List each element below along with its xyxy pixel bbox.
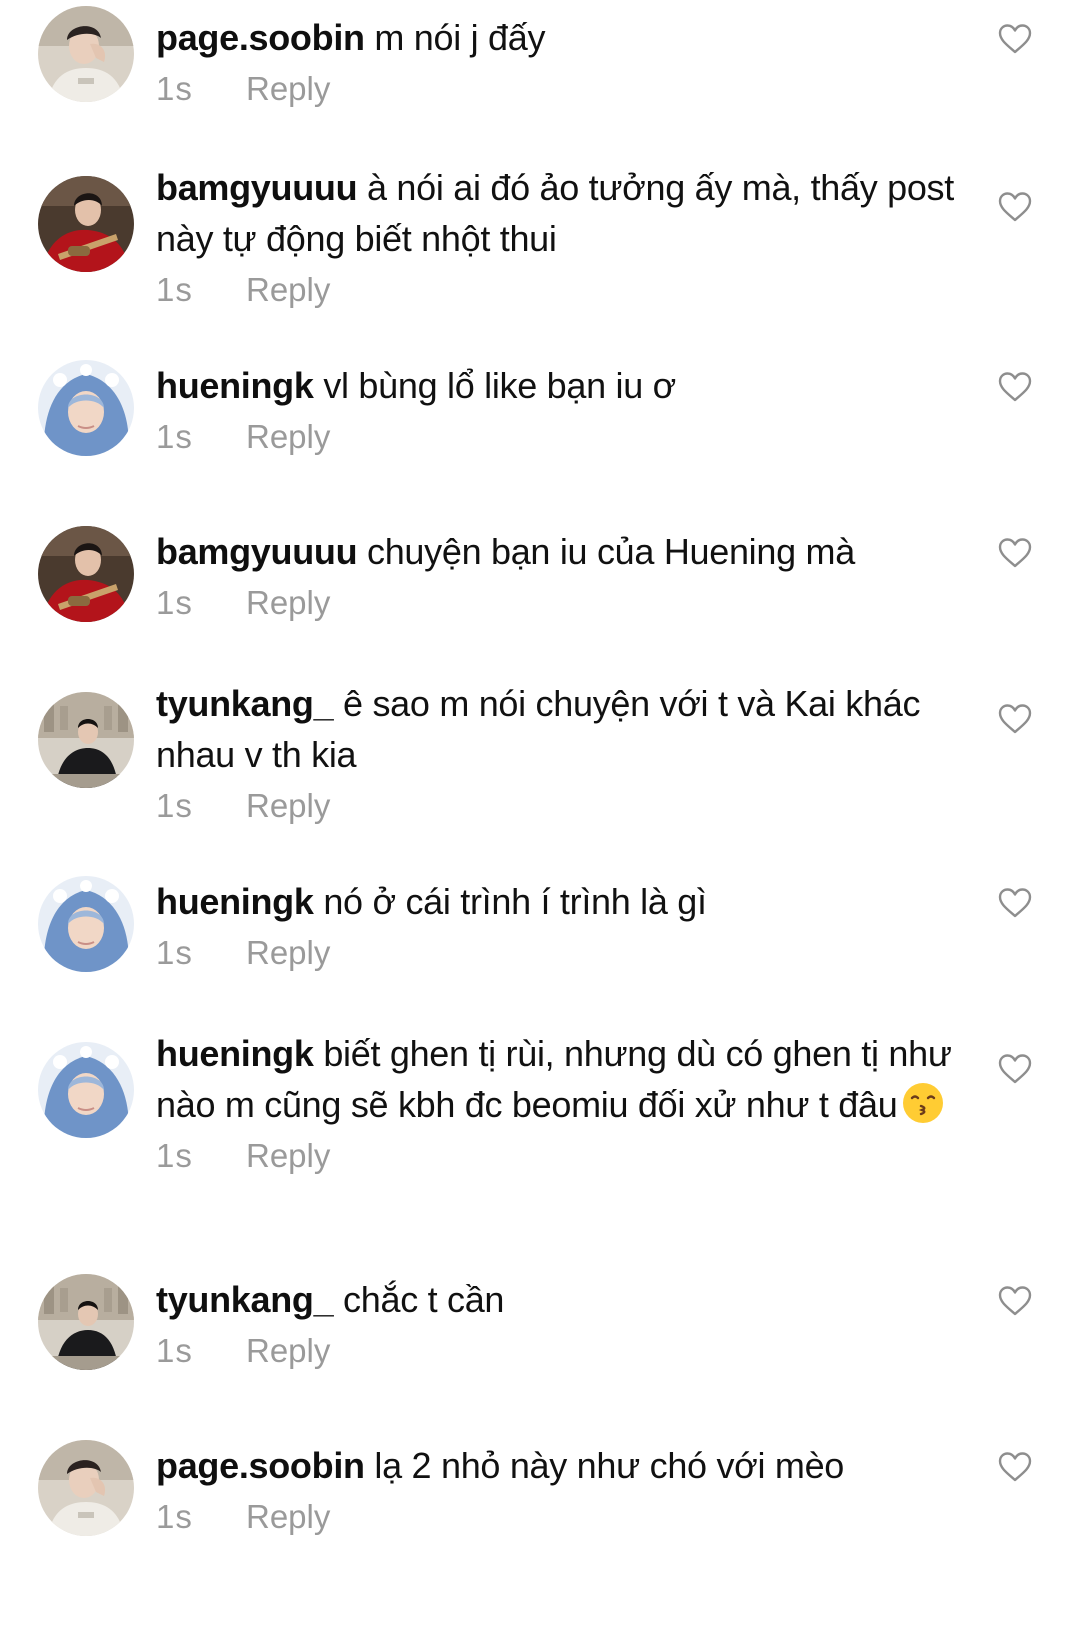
avatar[interactable] [38, 6, 134, 102]
heart-outline-icon [998, 24, 1032, 54]
comment-body: bamgyuuuu chuyện bạn iu của Huening mà 1… [156, 526, 956, 629]
username[interactable]: hueningk [156, 1033, 314, 1074]
comment-body: page.soobin lạ 2 nhỏ này như chó với mèo… [156, 1440, 956, 1543]
timestamp: 1s [156, 584, 193, 621]
username[interactable]: page.soobin [156, 1445, 365, 1486]
like-button[interactable] [998, 372, 1032, 402]
avatar[interactable] [38, 1042, 134, 1138]
reply-button[interactable]: Reply [246, 577, 330, 629]
reply-button[interactable]: Reply [246, 1130, 330, 1182]
comment-message: nó ở cái trình í trình là gì [323, 881, 707, 922]
timestamp: 1s [156, 1137, 193, 1174]
comment-meta: 1s Reply [156, 264, 956, 316]
username[interactable]: bamgyuuuu [156, 531, 358, 572]
reply-button[interactable]: Reply [246, 1325, 330, 1377]
heart-outline-icon [998, 1054, 1032, 1084]
comment-meta: 1s Reply [156, 63, 956, 115]
comment-meta: 1s Reply [156, 1491, 956, 1543]
heart-outline-icon [998, 372, 1032, 402]
like-button[interactable] [998, 1054, 1032, 1084]
timestamp: 1s [156, 934, 193, 971]
heart-outline-icon [998, 538, 1032, 568]
kissing-face-emoji [901, 1081, 945, 1125]
avatar[interactable] [38, 1440, 134, 1536]
heart-outline-icon [998, 888, 1032, 918]
like-button[interactable] [998, 24, 1032, 54]
avatar[interactable] [38, 360, 134, 456]
username[interactable]: tyunkang_ [156, 1279, 334, 1320]
heart-outline-icon [998, 1452, 1032, 1482]
timestamp: 1s [156, 787, 193, 824]
timestamp: 1s [156, 271, 193, 308]
username[interactable]: hueningk [156, 365, 314, 406]
username[interactable]: page.soobin [156, 17, 365, 58]
timestamp: 1s [156, 1332, 193, 1369]
reply-button[interactable]: Reply [246, 264, 330, 316]
username[interactable]: tyunkang_ [156, 683, 334, 724]
comment-meta: 1s Reply [156, 927, 956, 979]
comment-meta: 1s Reply [156, 780, 956, 832]
like-button[interactable] [998, 538, 1032, 568]
avatar[interactable] [38, 876, 134, 972]
timestamp: 1s [156, 1498, 193, 1535]
comment-message: chắc t cần [343, 1279, 505, 1320]
comment-meta: 1s Reply [156, 1325, 956, 1377]
comment-text: page.soobin lạ 2 nhỏ này như chó với mèo [156, 1440, 956, 1491]
comment-body: page.soobin m nói j đấy 1s Reply [156, 12, 956, 115]
like-button[interactable] [998, 192, 1032, 222]
like-button[interactable] [998, 888, 1032, 918]
comment-meta: 1s Reply [156, 411, 956, 463]
comment-list: page.soobin m nói j đấy 1s Reply bamgyuuu… [0, 0, 1080, 1646]
reply-button[interactable]: Reply [246, 927, 330, 979]
reply-button[interactable]: Reply [246, 63, 330, 115]
comment-body: hueningk vl bùng lổ like bạn iu ơ 1s Repl… [156, 360, 956, 463]
comment-text: page.soobin m nói j đấy [156, 12, 956, 63]
comment-text: bamgyuuuu à nói ai đó ảo tưởng ấy mà, th… [156, 162, 956, 264]
timestamp: 1s [156, 418, 193, 455]
timestamp: 1s [156, 70, 193, 107]
heart-outline-icon [998, 704, 1032, 734]
comment-body: hueningk nó ở cái trình í trình là gì 1s… [156, 876, 956, 979]
like-button[interactable] [998, 704, 1032, 734]
comment-text: tyunkang_ chắc t cần [156, 1274, 956, 1325]
comment-message: chuyện bạn iu của Huening mà [367, 531, 855, 572]
like-button[interactable] [998, 1452, 1032, 1482]
username[interactable]: bamgyuuuu [156, 167, 358, 208]
comment-text: hueningk biết ghen tị rùi, nhưng dù có g… [156, 1028, 956, 1130]
avatar[interactable] [38, 692, 134, 788]
comment-text: tyunkang_ ê sao m nói chuyện với t và Ka… [156, 678, 956, 780]
comment-body: tyunkang_ ê sao m nói chuyện với t và Ka… [156, 678, 956, 832]
comment-message: lạ 2 nhỏ này như chó với mèo [374, 1445, 845, 1486]
comment-text: bamgyuuuu chuyện bạn iu của Huening mà [156, 526, 956, 577]
heart-outline-icon [998, 192, 1032, 222]
comment-message: vl bùng lổ like bạn iu ơ [323, 365, 676, 406]
heart-outline-icon [998, 1286, 1032, 1316]
comment-message: m nói j đấy [374, 17, 546, 58]
comment-text: hueningk vl bùng lổ like bạn iu ơ [156, 360, 956, 411]
like-button[interactable] [998, 1286, 1032, 1316]
avatar[interactable] [38, 176, 134, 272]
comment-body: bamgyuuuu à nói ai đó ảo tưởng ấy mà, th… [156, 162, 956, 316]
comment-body: hueningk biết ghen tị rùi, nhưng dù có g… [156, 1028, 956, 1182]
comment-text: hueningk nó ở cái trình í trình là gì [156, 876, 956, 927]
avatar[interactable] [38, 1274, 134, 1370]
reply-button[interactable]: Reply [246, 1491, 330, 1543]
reply-button[interactable]: Reply [246, 780, 330, 832]
comment-meta: 1s Reply [156, 577, 956, 629]
comment-meta: 1s Reply [156, 1130, 956, 1182]
avatar[interactable] [38, 526, 134, 622]
username[interactable]: hueningk [156, 881, 314, 922]
comment-body: tyunkang_ chắc t cần 1s Reply [156, 1274, 956, 1377]
reply-button[interactable]: Reply [246, 411, 330, 463]
